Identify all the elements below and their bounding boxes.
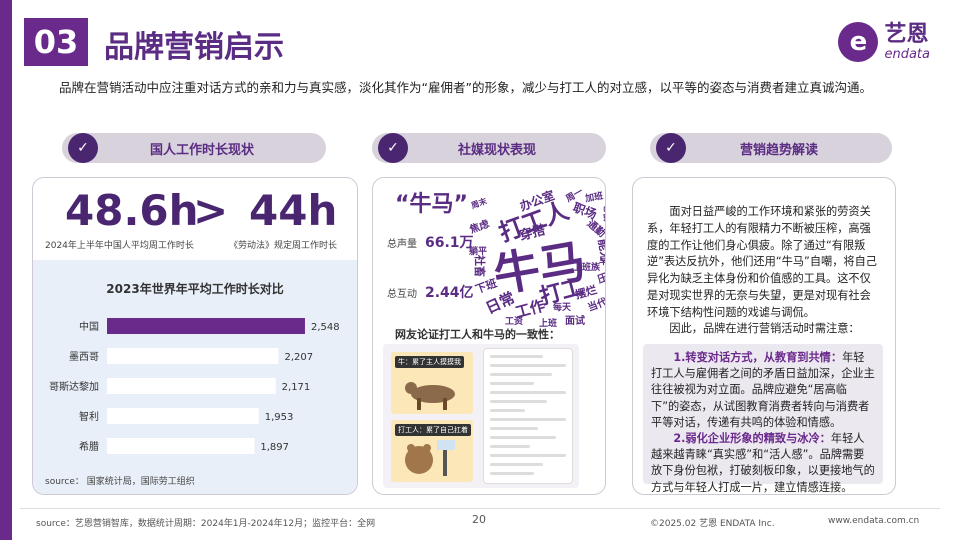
brand-logo: e 艺恩 endata (838, 22, 930, 62)
logo-cn: 艺恩 (884, 21, 929, 47)
cloud-word: 每天 (553, 303, 572, 313)
work-hours-panel: 48.6h > 44h 2024年上半年中国人平均周工作时长 《劳动法》规定周工… (32, 177, 358, 495)
pill-work-hours: ✓ 国人工作时长现状 (62, 133, 326, 163)
cloud-word: 社畜 (473, 255, 486, 277)
legal-hours-value: 44h (249, 186, 338, 235)
bar-category-label: 中国 (79, 320, 99, 333)
bar-category-label: 墨西哥 (69, 351, 99, 363)
volume-value: 66.1万 (425, 235, 474, 251)
avg-hours-caption: 2024年上半年中国人平均周工作时长 (45, 241, 194, 251)
footer-source: source：艺恩营销智库，数据统计周期：2024年1月-2024年12月；监控… (36, 519, 376, 529)
interaction-label: 总互动 (387, 289, 417, 300)
interaction-value: 2.44亿 (425, 285, 474, 301)
footer-divider (20, 508, 940, 509)
section-number: 03 (24, 18, 88, 66)
pill-trend: ✓ 营销趋势解读 (650, 133, 892, 163)
bar (107, 378, 276, 394)
pill-label: 国人工作时长现状 (149, 142, 254, 158)
volume-stat: 总声量 66.1万 (387, 232, 474, 252)
check-bubble-icon: ✓ (378, 133, 408, 163)
word-cloud: 牛马 打工人 打工 职场 日常 工作 下班 办公室 加班 穿搭 通勤 能力 社畜 周一 摆烂 压力 当代 面试 焦虑… (468, 187, 606, 336)
meme-tag-ox: 牛：累了主人摸摸我 (395, 356, 464, 368)
bar-value-label: 2,207 (284, 352, 313, 363)
footer-website: www.endata.com.cn (828, 516, 920, 526)
pill-label: 社媒现状表现 (457, 142, 536, 158)
point1-title: 1.转变对话方式，从教育到共情： (673, 351, 843, 364)
bar-category-label: 智利 (79, 410, 99, 423)
bar-value-label: 2,548 (311, 322, 340, 333)
meme-screenshot: 牛：累了主人摸摸我 打工人：累了自己扛着 (383, 344, 579, 488)
bar-value-label: 1,897 (260, 442, 289, 453)
bar (107, 408, 259, 424)
left-accent-bar (0, 0, 12, 540)
logo-e-icon: e (838, 22, 879, 62)
footer-copyright: ©2025.02 艺恩 ENDATA Inc. (650, 519, 775, 529)
consistency-title: 网友论证打工人和牛马的一致性： (395, 328, 560, 341)
cloud-word: 面试 (565, 316, 585, 327)
volume-label: 总声量 (387, 239, 417, 250)
page-number: 20 (472, 513, 486, 526)
bar-value-label: 2,171 (282, 382, 311, 393)
point2-title: 2.弱化企业形象的精致与冰冷： (673, 432, 831, 446)
cloud-word: 周末 (469, 196, 489, 211)
keyword-title: “牛马” (395, 192, 468, 217)
page-title: 品牌营销启示 (104, 30, 284, 65)
bar-value-label: 1,953 (265, 412, 294, 423)
trend-point-2: 2.弱化企业形象的精致与冰冷：年轻人越来越青睐“真实感”和“活人感”。品牌需要放… (651, 431, 875, 494)
bar-category-label: 希腊 (79, 440, 99, 453)
chart-title: 2023年世界年平均工作时长对比 (106, 282, 284, 296)
comment-thread (483, 348, 573, 484)
avg-hours-value: 48.6h (65, 186, 199, 235)
pill-social: ✓ 社媒现状表现 (372, 133, 606, 163)
cloud-word: 早八 (599, 254, 605, 267)
intro-paragraph: 品牌在营销活动中应注重对话方式的亲和力与真实感，淡化其作为“雇佣者”的形象，减少… (59, 80, 872, 95)
trend-point-1: 1.转变对话方式，从教育到共情：年轻打工人与雇佣者之间的矛盾日益加深，企业主往往… (651, 350, 875, 431)
worker-meme-image: 打工人：累了自己扛着 (391, 420, 473, 482)
social-panel: “牛马” 总声量 66.1万 总互动 2.44亿 牛马 打工人 打工 职场 日常 工作 下班 办公… (372, 177, 606, 495)
bar-category-label: 哥斯达黎加 (49, 380, 99, 393)
bar (107, 318, 305, 334)
trend-paragraph: 面对日益严峻的工作环境和紧张的劳资关系，年轻打工人的有限精力不断被压榨，高强度的… (647, 205, 877, 319)
pill-label: 营销趋势解读 (739, 142, 818, 158)
cloud-word: 上班族 (573, 263, 601, 273)
check-bubble-icon: ✓ (656, 133, 686, 163)
cloud-word: 老板 (601, 203, 606, 222)
meme-tag-worker: 打工人：累了自己扛着 (395, 424, 471, 436)
chart-source: source： 国家统计局，国际劳工组织 (45, 477, 195, 487)
cloud-word: 加班 (584, 191, 605, 205)
cloud-word: 躺平 (469, 247, 488, 257)
compare-operator: > (193, 186, 229, 235)
bar (107, 348, 279, 364)
logo-en: endata (884, 46, 930, 62)
interaction-stat: 总互动 2.44亿 (387, 282, 474, 302)
cloud-word: 焦虑 (468, 218, 491, 236)
trend-panel: 面对日益严峻的工作环境和紧张的劳资关系，年轻打工人的有限精力不断被压榨，高强度的… (632, 177, 896, 495)
trend-lead: 因此，品牌在进行营销活动时需注意： (669, 322, 860, 335)
ox-meme-image: 牛：累了主人摸摸我 (391, 352, 473, 414)
check-bubble-icon: ✓ (68, 133, 98, 163)
trend-points: 1.转变对话方式，从教育到共情：年轻打工人与雇佣者之间的矛盾日益加深，企业主往往… (643, 344, 883, 494)
work-hours-bar-chart: 中国 2,548 墨西哥 2,207 哥斯达黎加 2,171 智利 1,953 希腊 1,897 (49, 318, 340, 454)
bar (107, 438, 255, 454)
legal-hours-caption: 《劳动法》规定周工作时长 (229, 241, 338, 251)
